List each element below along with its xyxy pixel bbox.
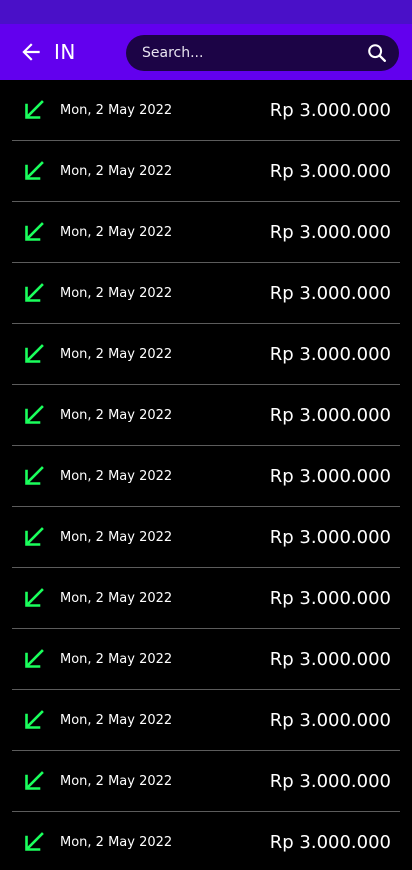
search-icon <box>368 44 386 62</box>
transaction-amount: Rp 3.000.000 <box>269 343 391 365</box>
transaction-date: Mon, 2 May 2022 <box>60 407 173 423</box>
income-arrow-icon <box>23 160 45 182</box>
transaction-amount: Rp 3.000.000 <box>269 282 391 304</box>
transaction-row[interactable]: Mon, 2 May 2022 Rp 3.000.000 <box>12 629 400 690</box>
income-arrow-icon <box>23 526 45 548</box>
transaction-amount: Rp 3.000.000 <box>269 221 391 243</box>
transaction-date: Mon, 2 May 2022 <box>60 468 173 484</box>
search-button[interactable] <box>365 41 389 65</box>
search-bar[interactable] <box>126 35 399 71</box>
transaction-date: Mon, 2 May 2022 <box>60 102 173 118</box>
transaction-amount: Rp 3.000.000 <box>269 526 391 548</box>
transaction-row[interactable]: Mon, 2 May 2022 Rp 3.000.000 <box>12 202 400 263</box>
transaction-row[interactable]: Mon, 2 May 2022 Rp 3.000.000 <box>12 812 400 870</box>
income-arrow-icon <box>23 648 45 670</box>
transaction-row[interactable]: Mon, 2 May 2022 Rp 3.000.000 <box>12 324 400 385</box>
transaction-amount: Rp 3.000.000 <box>269 99 391 121</box>
transaction-row[interactable]: Mon, 2 May 2022 Rp 3.000.000 <box>12 446 400 507</box>
transaction-date: Mon, 2 May 2022 <box>60 285 173 301</box>
income-arrow-icon <box>23 709 45 731</box>
income-arrow-icon <box>23 221 45 243</box>
transaction-amount: Rp 3.000.000 <box>269 404 391 426</box>
income-arrow-icon <box>23 99 45 121</box>
arrow-back-icon <box>22 43 40 61</box>
transaction-list: Mon, 2 May 2022 Rp 3.000.000 Mon, 2 May 20… <box>0 80 412 870</box>
transaction-amount: Rp 3.000.000 <box>269 160 391 182</box>
income-arrow-icon <box>23 587 45 609</box>
transaction-date: Mon, 2 May 2022 <box>60 590 173 606</box>
income-arrow-icon <box>23 831 45 853</box>
app-bar: IN <box>0 24 412 80</box>
transaction-amount: Rp 3.000.000 <box>269 587 391 609</box>
transaction-amount: Rp 3.000.000 <box>269 648 391 670</box>
transaction-row[interactable]: Mon, 2 May 2022 Rp 3.000.000 <box>12 141 400 202</box>
transaction-row[interactable]: Mon, 2 May 2022 Rp 3.000.000 <box>12 263 400 324</box>
transaction-date: Mon, 2 May 2022 <box>60 773 173 789</box>
income-arrow-icon <box>23 343 45 365</box>
transaction-row[interactable]: Mon, 2 May 2022 Rp 3.000.000 <box>12 507 400 568</box>
transaction-amount: Rp 3.000.000 <box>269 831 391 853</box>
income-arrow-icon <box>23 465 45 487</box>
transaction-date: Mon, 2 May 2022 <box>60 163 173 179</box>
transaction-amount: Rp 3.000.000 <box>269 709 391 731</box>
transaction-date: Mon, 2 May 2022 <box>60 651 173 667</box>
transaction-date: Mon, 2 May 2022 <box>60 529 173 545</box>
transaction-date: Mon, 2 May 2022 <box>60 224 173 240</box>
back-button[interactable] <box>16 37 46 67</box>
search-input[interactable] <box>142 45 365 61</box>
transaction-row[interactable]: Mon, 2 May 2022 Rp 3.000.000 <box>12 385 400 446</box>
transaction-amount: Rp 3.000.000 <box>269 465 391 487</box>
transaction-date: Mon, 2 May 2022 <box>60 346 173 362</box>
transaction-date: Mon, 2 May 2022 <box>60 834 173 850</box>
transaction-amount: Rp 3.000.000 <box>269 770 391 792</box>
page-title: IN <box>54 40 76 64</box>
status-bar <box>0 0 412 24</box>
income-arrow-icon <box>23 404 45 426</box>
transaction-row[interactable]: Mon, 2 May 2022 Rp 3.000.000 <box>12 568 400 629</box>
income-arrow-icon <box>23 282 45 304</box>
transaction-date: Mon, 2 May 2022 <box>60 712 173 728</box>
transaction-row[interactable]: Mon, 2 May 2022 Rp 3.000.000 <box>12 751 400 812</box>
transaction-row[interactable]: Mon, 2 May 2022 Rp 3.000.000 <box>12 80 400 141</box>
income-arrow-icon <box>23 770 45 792</box>
transaction-row[interactable]: Mon, 2 May 2022 Rp 3.000.000 <box>12 690 400 751</box>
